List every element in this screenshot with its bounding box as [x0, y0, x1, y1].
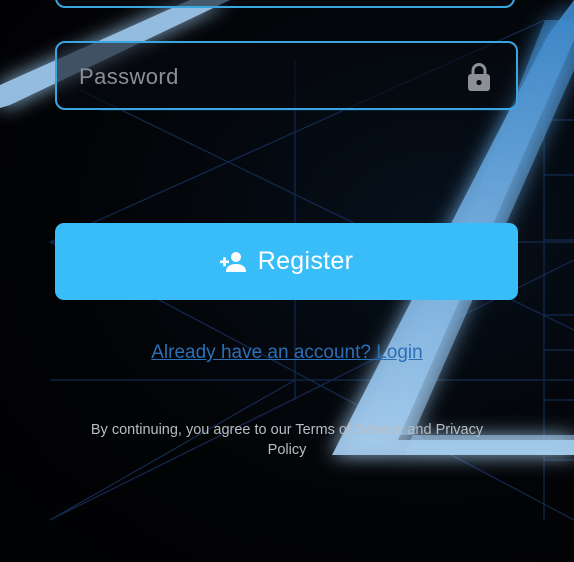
- lock-icon[interactable]: [466, 62, 492, 92]
- person-add-icon: [219, 251, 246, 272]
- terms-text: By continuing, you agree to our Terms of…: [90, 422, 484, 458]
- register-button[interactable]: Register: [55, 223, 518, 300]
- password-field[interactable]: [55, 41, 518, 110]
- login-link[interactable]: Already have an account? Login: [0, 342, 574, 364]
- previous-input-field[interactable]: [55, 0, 515, 8]
- register-label: Register: [257, 247, 354, 275]
- register-screen: Register Already have an account? Login …: [0, 0, 574, 562]
- password-input[interactable]: [77, 43, 451, 110]
